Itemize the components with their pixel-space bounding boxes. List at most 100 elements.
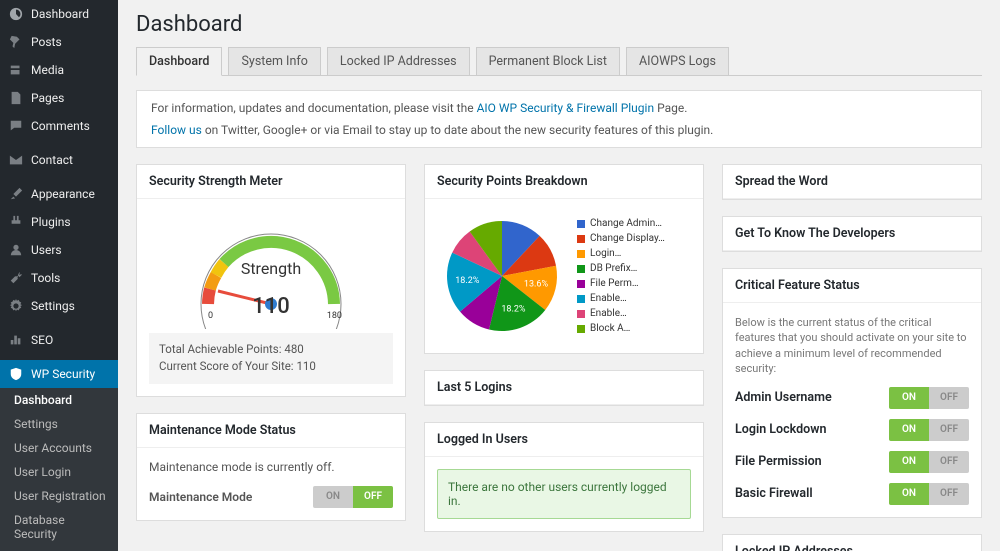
developers-card: Get To Know The Developers [722, 216, 982, 252]
pie-chart: 13.6%18.2%18.2% [437, 211, 567, 341]
critical-desc: Below is the current status of the criti… [735, 315, 969, 377]
sidebar-item-label: Dashboard [31, 7, 89, 21]
card-header[interactable]: Security Strength Meter [137, 165, 405, 199]
sidebar-sub-user-login[interactable]: User Login [0, 460, 118, 484]
legend-item: Enable… [577, 306, 665, 321]
card-header[interactable]: Spread the Word [723, 165, 981, 199]
sidebar-item-contact[interactable]: Contact [0, 146, 118, 174]
card-header[interactable]: Logged In Users [425, 423, 703, 457]
feature-toggle-file-permission[interactable]: ONOFF [889, 451, 969, 473]
sidebar-item-appearance[interactable]: Appearance [0, 180, 118, 208]
pie-legend: Change Admin…Change Display…Login…DB Pre… [577, 216, 665, 336]
sidebar-item-label: Users [31, 243, 62, 257]
shield-icon [8, 366, 24, 382]
tab-aiowps-logs[interactable]: AIOWPS Logs [626, 47, 729, 75]
feature-row: Login Lockdown ONOFF [735, 419, 969, 441]
media-icon [8, 62, 24, 78]
sidebar-item-tools[interactable]: Tools [0, 264, 118, 292]
legend-swatch-icon [577, 280, 585, 288]
brush-icon [8, 186, 24, 202]
tab-system-info[interactable]: System Info [228, 47, 320, 75]
card-header[interactable]: Security Points Breakdown [425, 165, 703, 199]
sidebar-sub-user-registration[interactable]: User Registration [0, 484, 118, 508]
feature-row: Basic FirewallONOFF [735, 483, 969, 505]
critical-feature-card: Critical Feature Status Below is the cur… [722, 268, 982, 518]
sidebar-item-dashboard[interactable]: Dashboard [0, 0, 118, 28]
sidebar-item-label: Tools [31, 271, 60, 285]
mail-icon [8, 152, 24, 168]
legend-item: Block A… [577, 321, 665, 336]
svg-text:13.6%: 13.6% [524, 280, 549, 290]
sidebar-sub-user-accounts[interactable]: User Accounts [0, 436, 118, 460]
sidebar-item-label: Comments [31, 119, 90, 133]
legend-item: Enable… [577, 291, 665, 306]
last5-logins-card: Last 5 Logins [424, 370, 704, 406]
legend-swatch-icon [577, 325, 585, 333]
sidebar-item-label: Posts [31, 35, 62, 49]
page-title: Dashboard [136, 12, 982, 37]
legend-swatch-icon [577, 295, 585, 303]
info-text: For information, updates and documentati… [151, 101, 477, 115]
logged-in-notice: There are no other users currently logge… [437, 469, 691, 519]
sidebar-item-label: Appearance [31, 187, 95, 201]
sidebar-sub-settings[interactable]: Settings [0, 412, 118, 436]
card-header[interactable]: Last 5 Logins [425, 371, 703, 405]
plugin-link[interactable]: AIO WP Security & Firewall Plugin [477, 101, 655, 115]
sidebar-sub-database-security[interactable]: Database Security [0, 508, 118, 546]
tab-dashboard[interactable]: Dashboard [136, 47, 222, 76]
tabs: DashboardSystem InfoLocked IP AddressesP… [136, 47, 982, 76]
sidebar-item-label: WP Security [31, 367, 95, 381]
tab-permanent-block-list[interactable]: Permanent Block List [476, 47, 620, 75]
locked-ip-card: Locked IP Addresses There are no IP addr… [722, 534, 982, 551]
feature-label: Login Lockdown [735, 422, 826, 437]
tab-locked-ip-addresses[interactable]: Locked IP Addresses [327, 47, 470, 75]
feature-toggle-admin-username[interactable]: ONOFF [889, 387, 969, 409]
main-content: Dashboard DashboardSystem InfoLocked IP … [118, 0, 1000, 551]
sidebar-item-label: SEO [31, 333, 53, 347]
feature-label: File Permission [735, 454, 822, 469]
legend-item: Change Display… [577, 231, 665, 246]
sidebar-item-comments[interactable]: Comments [0, 112, 118, 140]
gauge-tick-min: 0 [208, 311, 213, 321]
page-icon [8, 90, 24, 106]
sidebar-sub-dashboard[interactable]: Dashboard [0, 388, 118, 412]
sidebar-item-label: Contact [31, 153, 73, 167]
sidebar-item-label: Pages [31, 91, 64, 105]
gauge-icon [8, 6, 24, 22]
sidebar-item-label: Settings [31, 299, 75, 313]
card-header[interactable]: Maintenance Mode Status [137, 414, 405, 448]
tool-icon [8, 270, 24, 286]
sidebar-item-pages[interactable]: Pages [0, 84, 118, 112]
sidebar-item-seo[interactable]: SEO [0, 326, 118, 354]
maintenance-card: Maintenance Mode Status Maintenance mode… [136, 413, 406, 521]
legend-item: DB Prefix… [577, 261, 665, 276]
sidebar-item-users[interactable]: Users [0, 236, 118, 264]
points-summary: Total Achievable Points: 480 Current Sco… [149, 333, 393, 384]
follow-link[interactable]: Follow us [151, 123, 202, 137]
maintenance-label: Maintenance Mode [149, 490, 252, 504]
sidebar-item-posts[interactable]: Posts [0, 28, 118, 56]
plugin-info-box: For information, updates and documentati… [136, 90, 982, 148]
gear-icon [8, 298, 24, 314]
legend-swatch-icon [577, 265, 585, 273]
breakdown-card: Security Points Breakdown 13.6%18.2%18.2… [424, 164, 704, 354]
admin-sidebar: Dashboard Posts Media Pages Comments Contact A… [0, 0, 118, 551]
sidebar-item-label: Plugins [31, 215, 71, 229]
maintenance-toggle[interactable]: ON OFF [313, 486, 393, 508]
sidebar-item-wp-security[interactable]: WP Security [0, 360, 118, 388]
sidebar-item-settings[interactable]: Settings [0, 292, 118, 320]
comment-icon [8, 118, 24, 134]
sidebar-item-plugins[interactable]: Plugins [0, 208, 118, 236]
card-header[interactable]: Locked IP Addresses [723, 535, 981, 551]
card-header[interactable]: Critical Feature Status [723, 269, 981, 303]
logged-in-users-card: Logged In Users There are no other users… [424, 422, 704, 532]
feature-toggle-basic-firewall[interactable]: ONOFF [889, 483, 969, 505]
card-header[interactable]: Get To Know The Developers [723, 217, 981, 251]
feature-toggle-login-lockdown[interactable]: ONOFF [889, 419, 969, 441]
info-text: on Twitter, Google+ or via Email to stay… [205, 123, 714, 137]
sidebar-item-media[interactable]: Media [0, 56, 118, 84]
sidebar-sub-filesystem-security[interactable]: Filesystem Security [0, 546, 118, 551]
gauge-chart: Strength 110 0 180 [186, 219, 356, 329]
legend-item: Change Admin… [577, 216, 665, 231]
maintenance-status-text: Maintenance mode is currently off. [149, 460, 393, 474]
